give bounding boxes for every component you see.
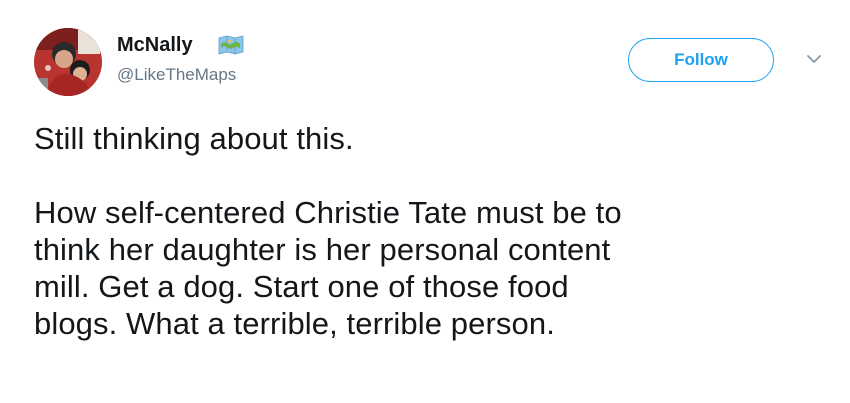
follow-button[interactable]: Follow — [628, 38, 774, 82]
user-handle[interactable]: @LikeTheMaps — [117, 65, 236, 85]
tweet-text-line: How self-centered Christie Tate must be … — [34, 195, 622, 230]
avatar[interactable] — [34, 28, 102, 96]
map-icon — [218, 35, 248, 55]
tweet-text-line: think her daughter is her personal conte… — [34, 232, 611, 267]
chevron-down-icon[interactable] — [804, 52, 824, 66]
display-name[interactable]: McNally — [117, 34, 193, 57]
tweet-text-line: Still thinking about this. — [34, 121, 354, 156]
tweet-text: Still thinking about this. How self-cent… — [34, 120, 824, 342]
tweet-paragraph: How self-centered Christie Tate must be … — [34, 194, 824, 342]
tweet-paragraph: Still thinking about this. — [34, 120, 824, 157]
avatar-photo — [34, 28, 102, 96]
tweet-text-line: blogs. What a terrible, terrible person. — [34, 306, 555, 341]
tweet-card: McNally @LikeTheMaps Follow Still thinki… — [0, 0, 850, 403]
tweet-text-line: mill. Get a dog. Start one of those food — [34, 269, 569, 304]
